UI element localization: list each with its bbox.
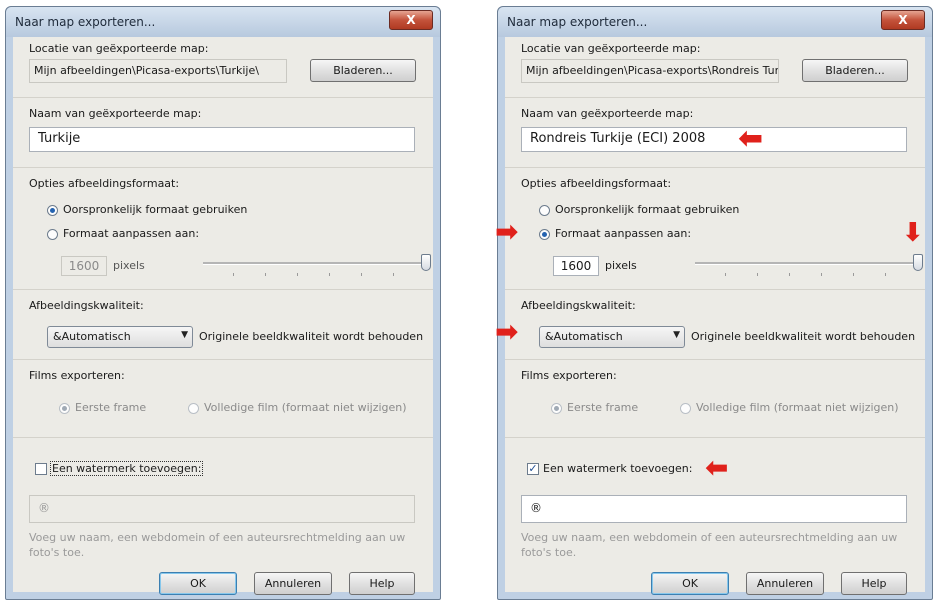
divider bbox=[13, 167, 433, 168]
location-label: Locatie van geëxporteerde map: bbox=[521, 42, 701, 55]
radio-first-frame[interactable] bbox=[551, 403, 562, 414]
quality-label: Afbeeldingskwaliteit: bbox=[29, 299, 144, 312]
divider bbox=[13, 97, 433, 98]
quality-dropdown-value: &Automatisch bbox=[53, 330, 131, 343]
dialog-title: Naar map exporteren... bbox=[507, 15, 648, 29]
arrow-right-icon: ➡ bbox=[495, 315, 519, 348]
slider-tick bbox=[885, 273, 886, 276]
divider bbox=[505, 359, 925, 360]
chevron-down-icon: ▼ bbox=[181, 330, 188, 340]
browse-button[interactable]: Bladeren... bbox=[310, 59, 416, 82]
folder-name-label: Naam van geëxporteerde map: bbox=[29, 107, 202, 120]
arrow-left-icon: ⬅ bbox=[705, 451, 729, 484]
radio-original-size[interactable] bbox=[539, 205, 550, 216]
folder-name-input[interactable]: Rondreis Turkije (ECI) 2008 bbox=[521, 127, 907, 152]
dialog-body: Locatie van geëxporteerde map: Mijn afbe… bbox=[13, 37, 433, 595]
location-label: Locatie van geëxporteerde map: bbox=[29, 42, 209, 55]
pixels-input[interactable]: 1600 bbox=[553, 256, 599, 276]
radio-resize[interactable] bbox=[47, 229, 58, 240]
slider-tick bbox=[233, 273, 234, 276]
radio-original-size-label: Oorspronkelijk formaat gebruiken bbox=[63, 203, 248, 216]
slider-tick bbox=[297, 273, 298, 276]
divider bbox=[505, 437, 925, 438]
location-path: Mijn afbeeldingen\Picasa-exports\Turkije… bbox=[29, 59, 287, 83]
cancel-button[interactable]: Annuleren bbox=[254, 572, 332, 595]
radio-resize-label: Formaat aanpassen aan: bbox=[63, 227, 200, 240]
browse-button[interactable]: Bladeren... bbox=[802, 59, 908, 82]
pixels-unit: pixels bbox=[113, 259, 145, 272]
slider-tick bbox=[725, 273, 726, 276]
quality-dropdown-value: &Automatisch bbox=[545, 330, 623, 343]
divider bbox=[505, 97, 925, 98]
slider-tick bbox=[361, 273, 362, 276]
size-slider-thumb[interactable] bbox=[421, 254, 431, 271]
films-label: Films exporteren: bbox=[521, 369, 617, 382]
radio-first-frame-label: Eerste frame bbox=[567, 401, 639, 414]
folder-name-input[interactable]: Turkije bbox=[29, 127, 415, 152]
watermark-label: Een watermerk toevoegen: bbox=[49, 461, 204, 476]
close-button[interactable]: X bbox=[881, 10, 925, 30]
slider-tick bbox=[757, 273, 758, 276]
watermark-checkbox[interactable]: ✓ bbox=[527, 463, 539, 475]
title-bar: Naar map exporteren... X bbox=[498, 7, 932, 37]
slider-tick bbox=[265, 273, 266, 276]
divider bbox=[505, 289, 925, 290]
dialog-title: Naar map exporteren... bbox=[15, 15, 156, 29]
radio-original-size[interactable] bbox=[47, 205, 58, 216]
help-button[interactable]: Help bbox=[841, 572, 907, 595]
watermark-input[interactable]: ® bbox=[521, 495, 907, 523]
arrow-left-icon: ⬅ bbox=[738, 121, 764, 156]
divider bbox=[13, 359, 433, 360]
radio-original-size-label: Oorspronkelijk formaat gebruiken bbox=[555, 203, 740, 216]
divider bbox=[13, 437, 433, 438]
quality-note: Originele beeldkwaliteit wordt behouden bbox=[199, 330, 424, 343]
arrow-down-icon: ⬇ bbox=[902, 218, 924, 248]
quality-note: Originele beeldkwaliteit wordt behouden bbox=[691, 330, 916, 343]
films-label: Films exporteren: bbox=[29, 369, 125, 382]
radio-full-film[interactable] bbox=[188, 403, 199, 414]
radio-full-film-label: Volledige film (formaat niet wijzigen) bbox=[204, 401, 407, 414]
radio-resize[interactable] bbox=[539, 229, 550, 240]
watermark-label: Een watermerk toevoegen: bbox=[543, 462, 693, 475]
size-slider-track bbox=[203, 262, 425, 265]
divider bbox=[13, 289, 433, 290]
watermark-input[interactable]: ® bbox=[29, 495, 415, 523]
size-slider-track bbox=[695, 262, 917, 265]
radio-full-film[interactable] bbox=[680, 403, 691, 414]
pixels-unit: pixels bbox=[605, 259, 637, 272]
close-button[interactable]: X bbox=[389, 10, 433, 30]
watermark-help-text: Voeg uw naam, een webdomein of een auteu… bbox=[29, 531, 406, 559]
slider-tick bbox=[821, 273, 822, 276]
divider bbox=[505, 167, 925, 168]
arrow-right-icon: ➡ bbox=[495, 215, 519, 248]
ok-button[interactable]: OK bbox=[159, 572, 237, 595]
radio-first-frame-label: Eerste frame bbox=[75, 401, 147, 414]
radio-full-film-label: Volledige film (formaat niet wijzigen) bbox=[696, 401, 899, 414]
slider-tick bbox=[789, 273, 790, 276]
watermark-help-text: Voeg uw naam, een webdomein of een auteu… bbox=[521, 531, 898, 559]
slider-tick bbox=[393, 273, 394, 276]
quality-dropdown[interactable]: &Automatisch ▼ bbox=[539, 326, 685, 348]
folder-name-label: Naam van geëxporteerde map: bbox=[521, 107, 694, 120]
slider-tick bbox=[853, 273, 854, 276]
export-dialog-right: Naar map exporteren... X Locatie van geë… bbox=[495, 6, 933, 600]
dialog-body: Locatie van geëxporteerde map: Mijn afbe… bbox=[495, 37, 925, 595]
quality-dropdown[interactable]: &Automatisch ▼ bbox=[47, 326, 193, 348]
export-dialog-left: Naar map exporteren... X Locatie van geë… bbox=[5, 6, 441, 600]
radio-first-frame[interactable] bbox=[59, 403, 70, 414]
size-slider-thumb[interactable] bbox=[913, 254, 923, 271]
quality-label: Afbeeldingskwaliteit: bbox=[521, 299, 636, 312]
help-button[interactable]: Help bbox=[349, 572, 415, 595]
size-options-label: Opties afbeeldingsformaat: bbox=[29, 177, 180, 190]
size-options-label: Opties afbeeldingsformaat: bbox=[521, 177, 672, 190]
pixels-input[interactable]: 1600 bbox=[61, 256, 107, 276]
slider-tick bbox=[329, 273, 330, 276]
cancel-button[interactable]: Annuleren bbox=[746, 572, 824, 595]
location-path: Mijn afbeeldingen\Picasa-exports\Rondrei… bbox=[521, 59, 779, 83]
title-bar: Naar map exporteren... X bbox=[6, 7, 440, 37]
radio-resize-label: Formaat aanpassen aan: bbox=[555, 227, 692, 240]
chevron-down-icon: ▼ bbox=[673, 330, 680, 340]
ok-button[interactable]: OK bbox=[651, 572, 729, 595]
watermark-checkbox[interactable] bbox=[35, 463, 47, 475]
